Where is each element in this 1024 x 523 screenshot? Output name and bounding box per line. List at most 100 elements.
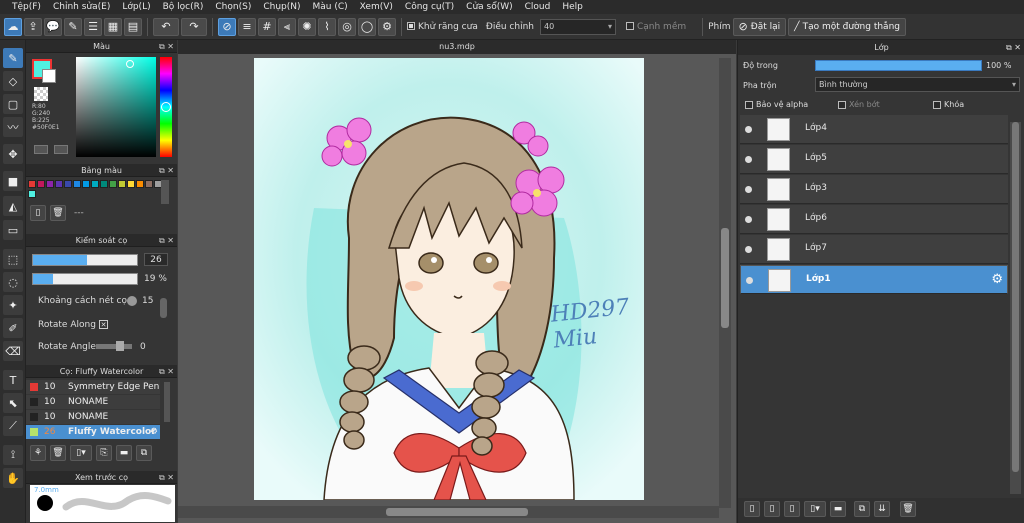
layer-folder-icon[interactable]: ▬ <box>830 501 846 517</box>
panel-close-icon[interactable]: ⧉ ✕ <box>159 365 174 378</box>
soft-edge-toggle[interactable]: Cạnh mềm <box>625 22 686 32</box>
brush-duplicate-icon[interactable]: ⧉ <box>136 445 152 461</box>
brush-list-item[interactable]: 10 NONAME <box>26 410 160 424</box>
divide-tool-icon[interactable]: ⟋ <box>3 416 23 436</box>
palette-swatch[interactable] <box>37 180 45 188</box>
layer-opacity-slider[interactable] <box>815 60 982 71</box>
new-halftone-layer-icon[interactable]: ▯ <box>764 501 780 517</box>
fill-bucket-icon[interactable]: ◭ <box>3 196 23 216</box>
brush-list-item[interactable]: 10 NONAME <box>26 395 160 409</box>
merge-layer-icon[interactable]: ⇊ <box>874 501 890 517</box>
stroke-tool-icon[interactable]: 〰 <box>3 117 23 137</box>
palette-swatch[interactable] <box>64 180 72 188</box>
rotate-along-checkbox[interactable]: ✕ <box>99 320 108 329</box>
layer-row[interactable]: Lớp4 <box>740 115 1008 144</box>
layer-row[interactable]: Lớp3 <box>740 175 1008 204</box>
grid-icon[interactable]: ▦ <box>104 17 122 36</box>
clipping-checkbox[interactable] <box>838 100 846 109</box>
eye-icon[interactable] <box>745 216 752 223</box>
clipping-toggle[interactable]: Xén bớt <box>838 100 880 109</box>
panel-icon[interactable]: ▤ <box>124 17 142 36</box>
eye-icon[interactable] <box>745 156 752 163</box>
palette-swatch[interactable] <box>109 180 117 188</box>
list-icon[interactable]: ☰ <box>84 17 102 36</box>
rotate-angle-knob[interactable] <box>116 341 124 351</box>
vanish-snap-icon[interactable]: ⫷ <box>278 17 296 36</box>
eye-icon[interactable] <box>745 126 752 133</box>
palette-swatch-selected[interactable] <box>28 190 36 198</box>
palette-name-field[interactable]: --- <box>74 208 84 218</box>
gear-icon[interactable]: ⚙ <box>991 272 1003 287</box>
palette-swatch[interactable] <box>28 180 36 188</box>
soft-edge-checkbox[interactable] <box>625 22 634 30</box>
brush-size-value[interactable]: 26 <box>144 253 168 266</box>
parallel-snap-icon[interactable]: ≡ <box>238 17 256 36</box>
document-tab[interactable]: nu3.mdp <box>178 40 736 54</box>
palette-swatch[interactable] <box>82 180 90 188</box>
menu-window[interactable]: Cửa sổ(W) <box>460 2 518 12</box>
straight-line-button[interactable]: ╱ Tạo một đường thẳng <box>788 17 906 36</box>
hand-tool-icon[interactable]: ✋ <box>3 468 23 488</box>
layer-list-scrollbar[interactable] <box>1010 122 1021 494</box>
rotate-angle-slider[interactable] <box>96 341 132 351</box>
undo-icon[interactable]: ↶ <box>153 17 179 36</box>
menu-filter[interactable]: Bộ lọc(R) <box>157 2 210 12</box>
palette-swatch[interactable] <box>100 180 108 188</box>
new-layer-icon[interactable]: ▯ <box>744 501 760 517</box>
reset-button[interactable]: ⊘ Đặt lại <box>732 17 787 36</box>
brush-tool-icon[interactable]: ✎ <box>3 48 23 68</box>
palette-swatch[interactable] <box>55 180 63 188</box>
lock-toggle[interactable]: Khóa <box>933 100 964 109</box>
menu-color[interactable]: Màu (C) <box>307 2 354 12</box>
hue-slider-handle[interactable] <box>161 102 171 112</box>
eye-icon[interactable] <box>745 186 752 193</box>
menu-layer[interactable]: Lớp(L) <box>116 2 156 12</box>
background-color-swatch[interactable] <box>42 69 56 83</box>
lasso-tool-icon[interactable]: ◌ <box>3 272 23 292</box>
eye-icon[interactable] <box>745 246 752 253</box>
brush-list-item[interactable]: 26 Fluffy Watercolor ⚙ <box>26 425 160 439</box>
eyedropper-icon[interactable]: ⟟ <box>3 445 23 465</box>
curve-snap-icon[interactable]: ⌇ <box>318 17 336 36</box>
brush-size-slider[interactable] <box>32 254 138 266</box>
tag-icon[interactable]: ✎ <box>64 17 82 36</box>
palette-swatch[interactable] <box>145 180 153 188</box>
marquee-tool-icon[interactable]: ⬚ <box>3 249 23 269</box>
add-layer-dropdown-icon[interactable]: ▯▾ <box>804 501 826 517</box>
brush-trash-icon[interactable]: 🗑 <box>50 445 66 461</box>
no-snap-icon[interactable]: ⊘ <box>218 17 236 36</box>
move-tool-icon[interactable]: ✥ <box>3 144 23 164</box>
menu-view[interactable]: Xem(V) <box>354 2 399 12</box>
chat-icon[interactable]: 💬 <box>44 17 62 36</box>
text-tool-icon[interactable]: T <box>3 370 23 390</box>
adjust-select[interactable]: 40 ▾ <box>539 18 616 35</box>
eraser-tool-icon[interactable]: ◇ <box>3 71 23 91</box>
brush-add-icon[interactable]: ⚘ <box>30 445 46 461</box>
layer-row[interactable]: Lớp1 ⚙ <box>740 265 1008 294</box>
trash-icon[interactable]: 🗑 <box>50 205 66 221</box>
palette-scrollbar[interactable] <box>161 180 169 204</box>
panel-close-icon[interactable]: ⧉ ✕ <box>159 164 174 177</box>
antialias-checkbox[interactable] <box>407 22 415 30</box>
brush-folder-icon[interactable]: ▬ <box>116 445 132 461</box>
layer-row[interactable]: Lớp7 <box>740 235 1008 264</box>
color-picker-handle[interactable] <box>126 60 134 68</box>
new-vector-layer-icon[interactable]: ▯ <box>784 501 800 517</box>
drawing-canvas[interactable]: HD297 Miu <box>254 58 644 500</box>
magic-wand-icon[interactable]: ✦ <box>3 295 23 315</box>
menu-cloud[interactable]: Cloud <box>519 2 557 12</box>
settings-icon[interactable]: ⚙ <box>378 17 396 36</box>
color-mode-button-2[interactable] <box>54 145 68 154</box>
palette-swatch[interactable] <box>136 180 144 188</box>
gradient-tool-icon[interactable]: ▭ <box>3 220 23 240</box>
spacing-slider-knob[interactable] <box>127 296 137 306</box>
select-rect-tool-icon[interactable]: ▢ <box>3 94 23 114</box>
menu-help[interactable]: Help <box>556 2 589 12</box>
redo-icon[interactable]: ↷ <box>181 17 207 36</box>
duplicate-layer-icon[interactable]: ⧉ <box>854 501 870 517</box>
menu-edit[interactable]: Chỉnh sửa(E) <box>47 2 116 12</box>
brush-copy-icon[interactable]: ⎘ <box>96 445 112 461</box>
brush-list-scrollbar[interactable] <box>164 382 170 422</box>
panel-close-icon[interactable]: ⧉ ✕ <box>1006 40 1021 55</box>
delete-layer-icon[interactable]: 🗑 <box>900 501 916 517</box>
